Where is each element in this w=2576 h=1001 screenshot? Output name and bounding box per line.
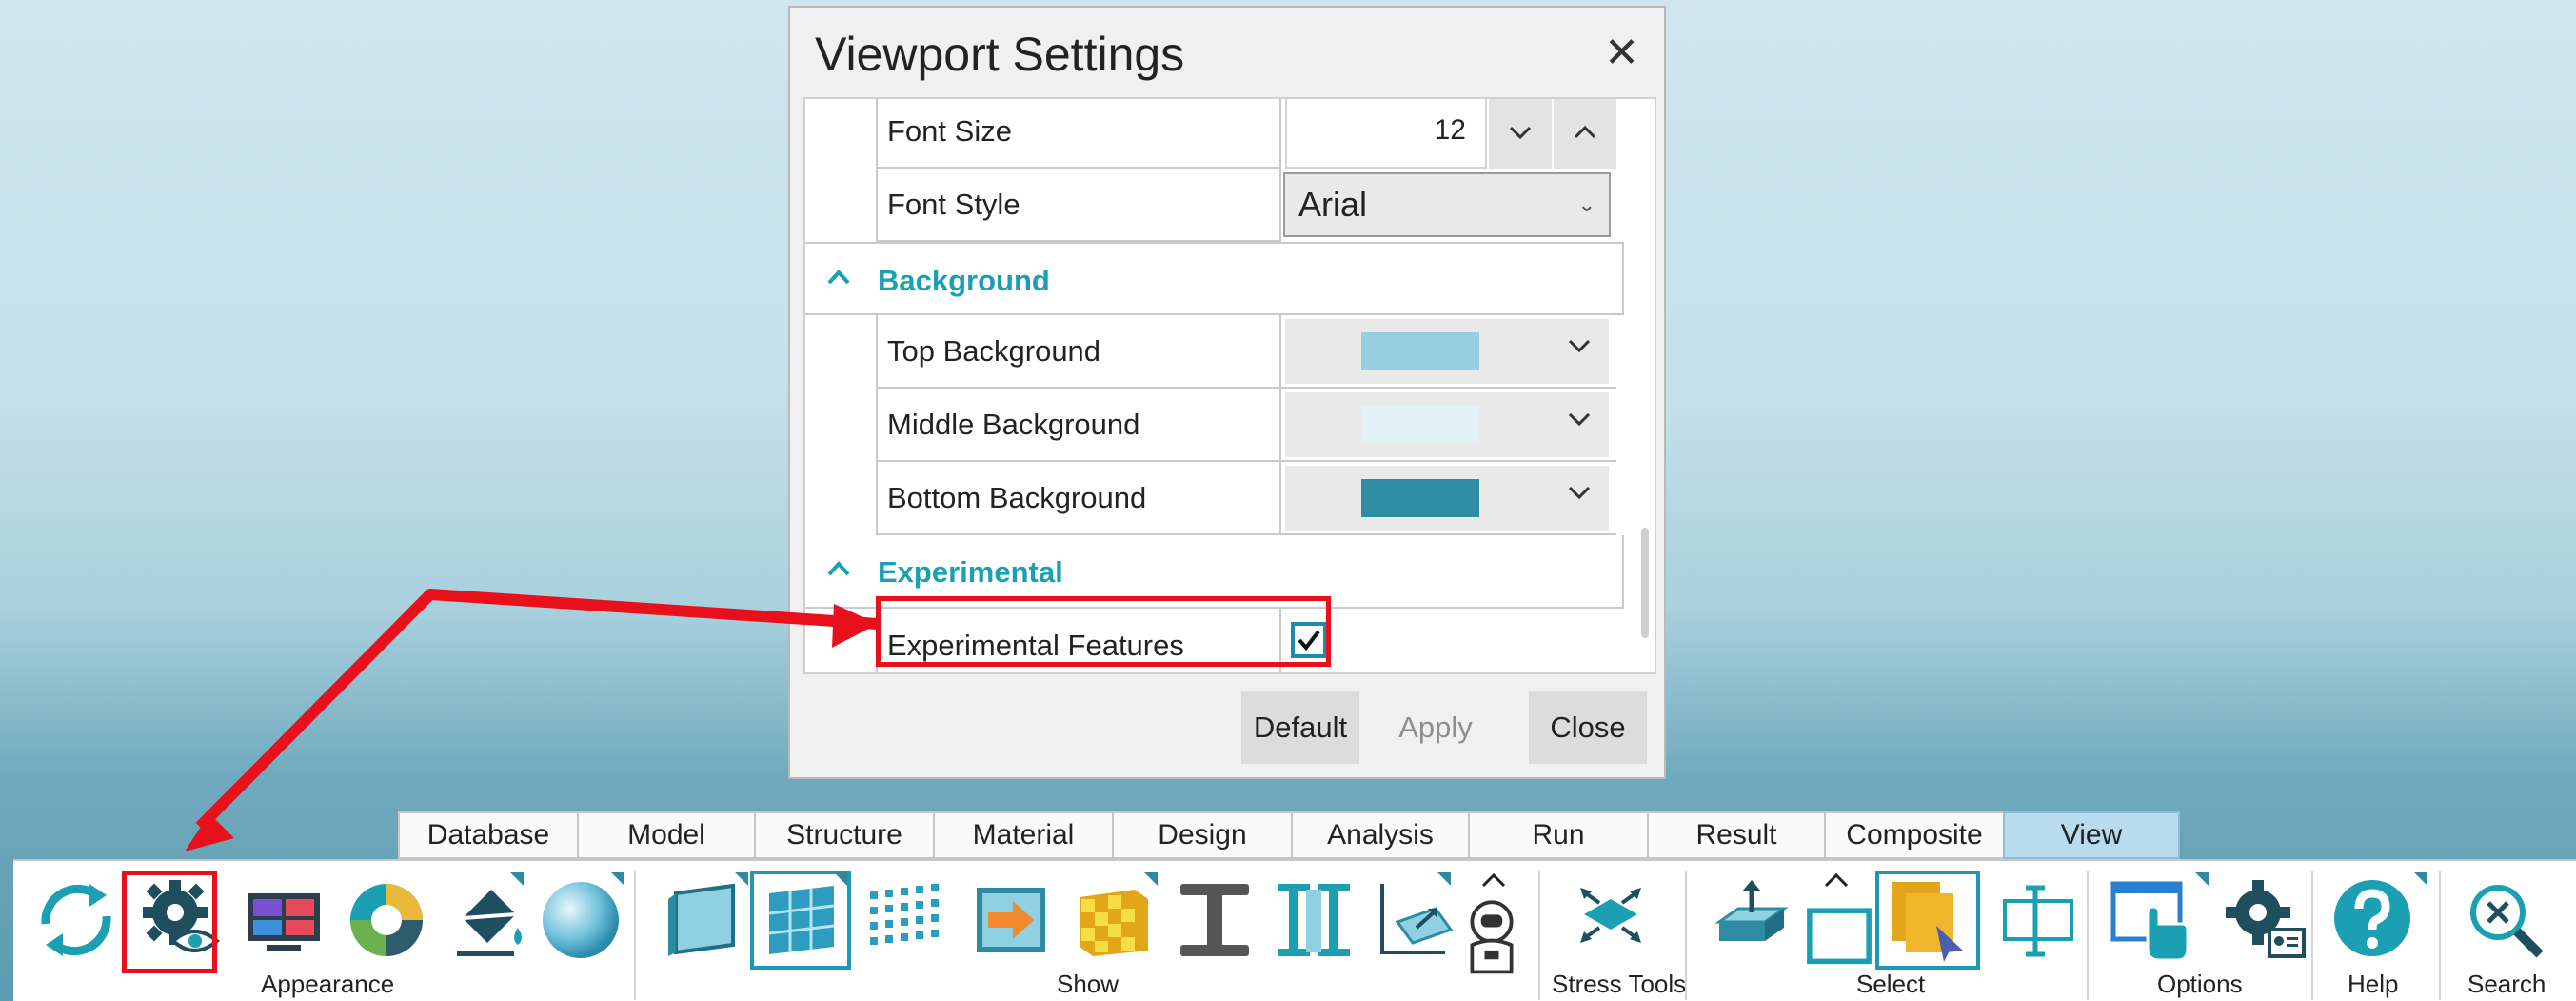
annotation-arrow <box>185 589 879 851</box>
